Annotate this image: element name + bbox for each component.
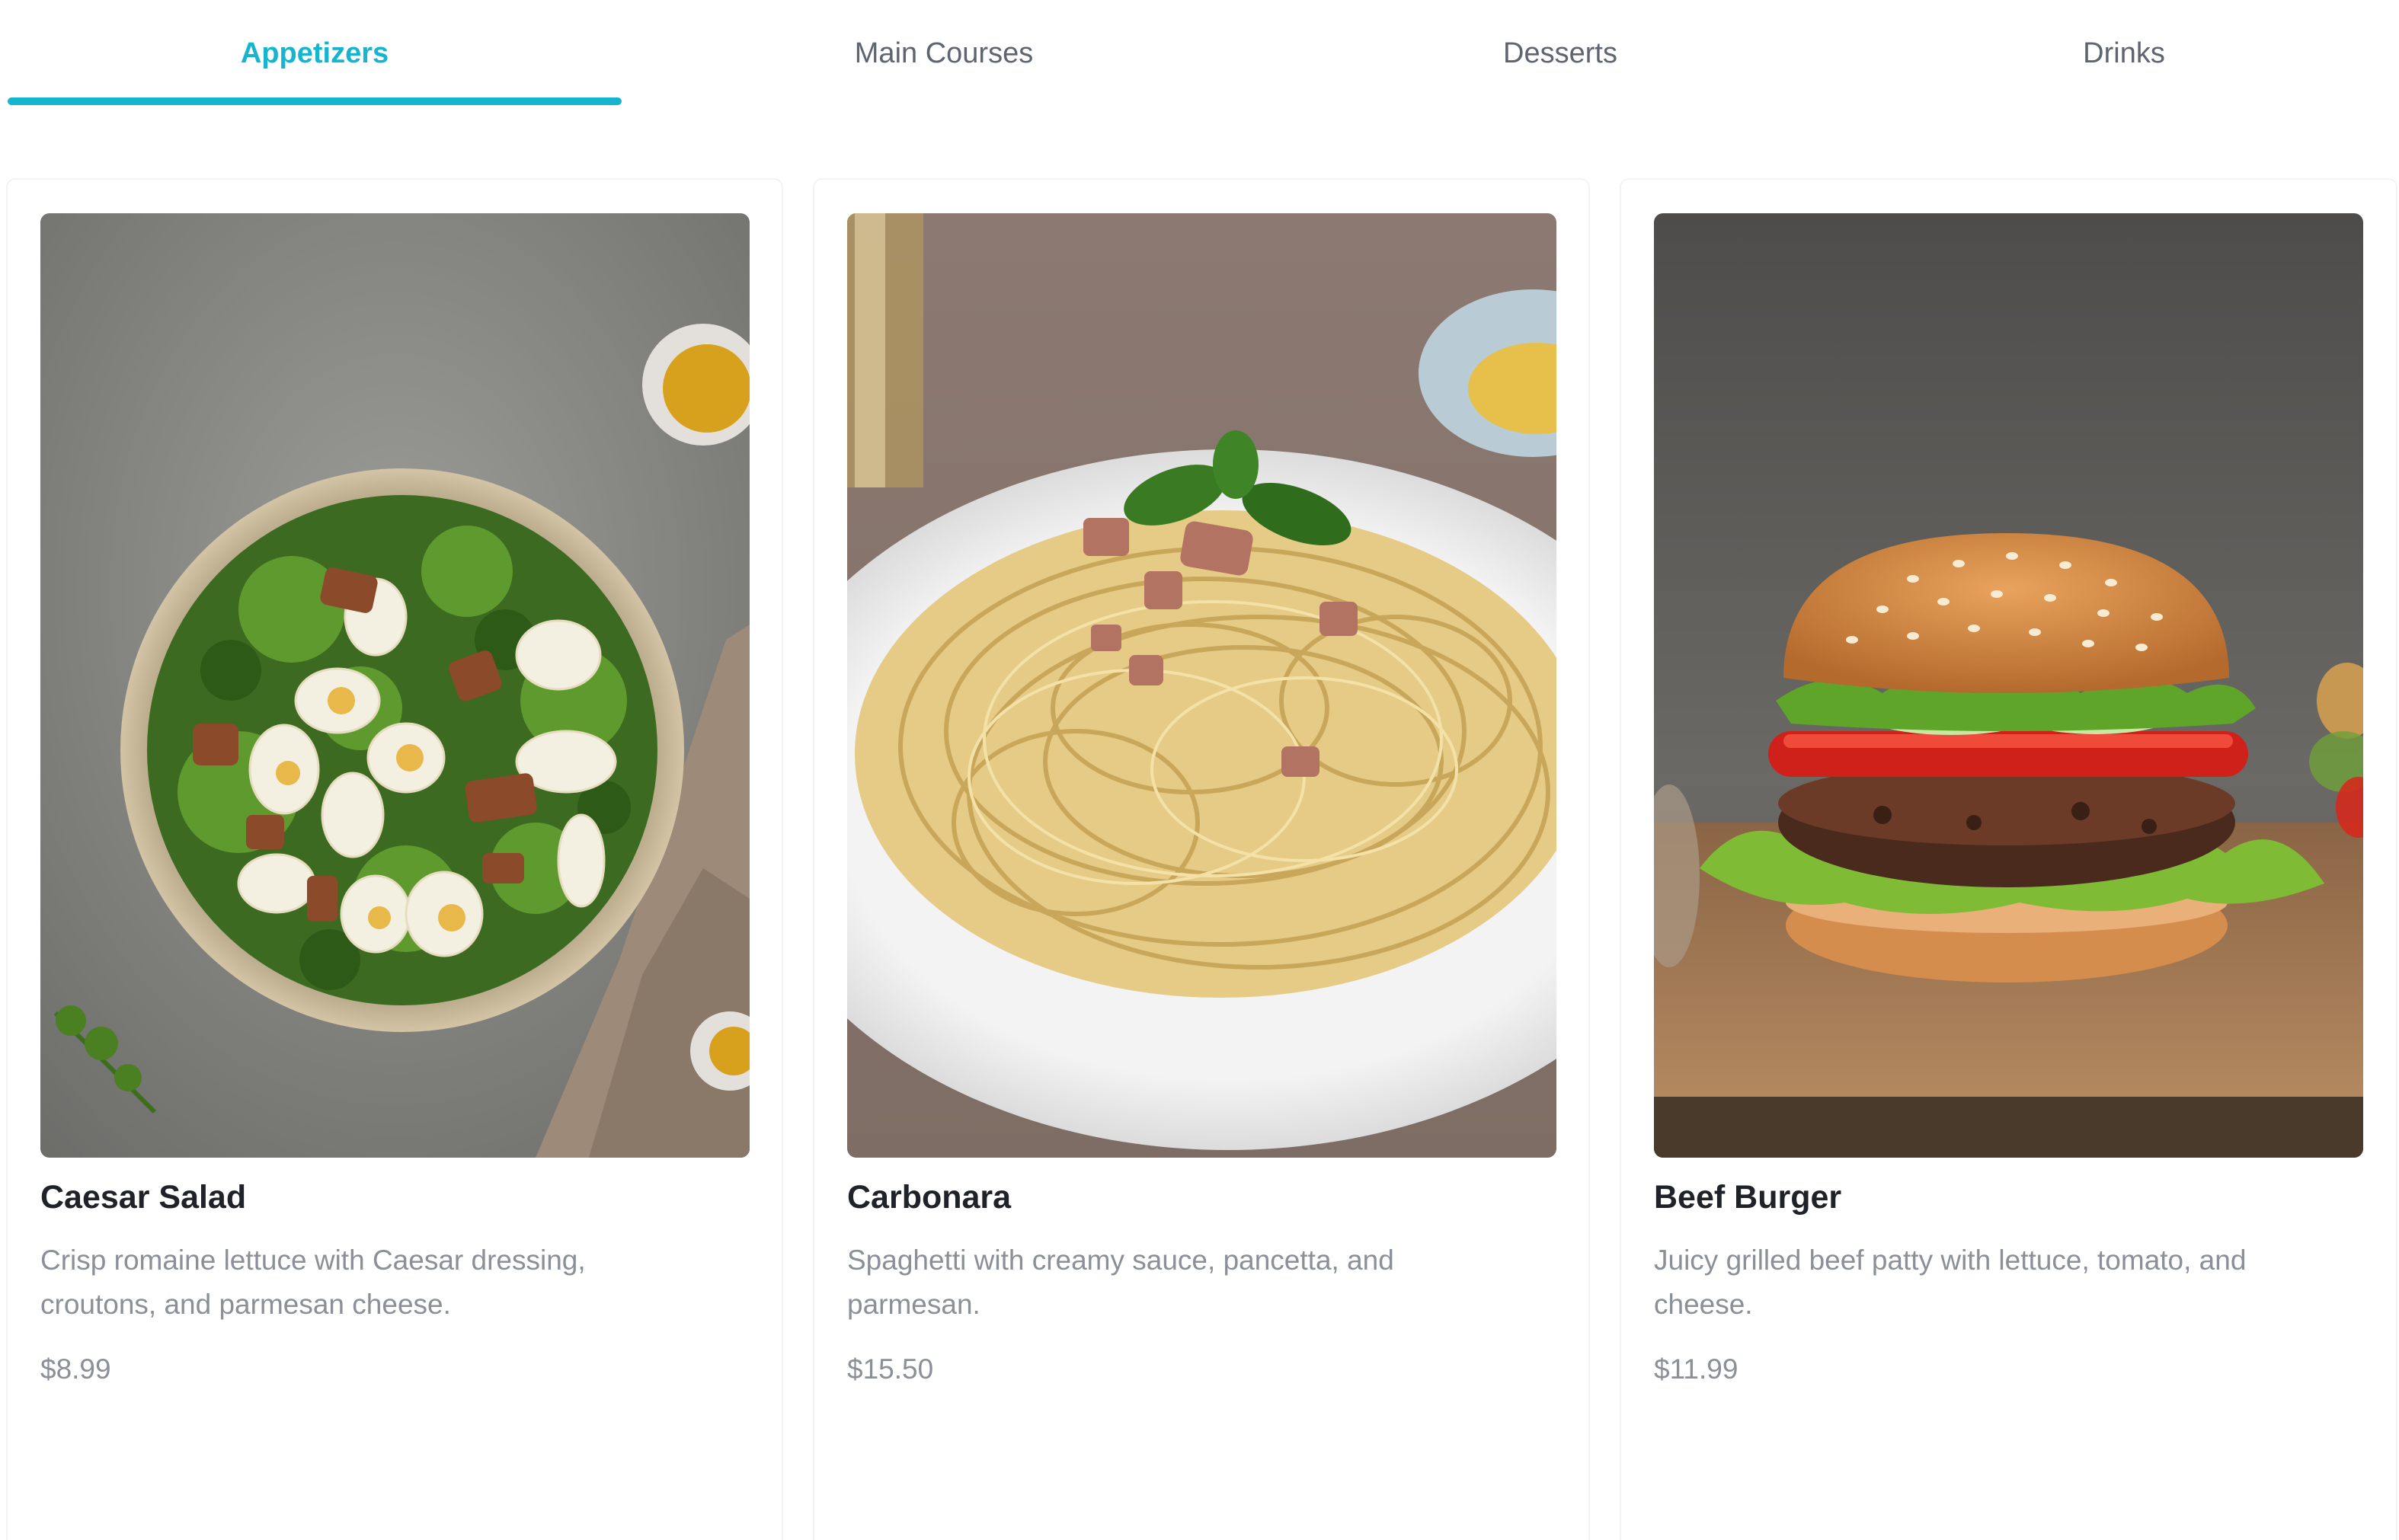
- dish-name: Carbonara: [847, 1179, 1012, 1216]
- dish-price: $15.50: [847, 1353, 934, 1385]
- dish-name: Caesar Salad: [40, 1179, 247, 1216]
- dish-name: Beef Burger: [1654, 1179, 1842, 1216]
- dish-price: $8.99: [40, 1353, 111, 1385]
- dish-description: Crisp romaine lettuce with Caesar dressi…: [40, 1244, 586, 1320]
- menu-card[interactable]: Carbonara Spaghetti with creamy sauce, p…: [813, 178, 1590, 1540]
- category-tabs: Appetizers Main Courses Desserts Drinks: [0, 0, 2399, 114]
- active-tab-indicator: [8, 97, 622, 105]
- tab-drinks[interactable]: Drinks: [1868, 34, 2380, 73]
- carbonara-photo: [847, 213, 1556, 1158]
- beef-burger-photo: [1654, 213, 2363, 1158]
- tab-main-courses[interactable]: Main Courses: [635, 34, 1252, 73]
- dish-description: Spaghetti with creamy sauce, pancetta, a…: [847, 1244, 1394, 1320]
- tab-appetizers[interactable]: Appetizers: [8, 34, 622, 73]
- caesar-salad-photo: [40, 213, 750, 1158]
- dish-price: $11.99: [1654, 1353, 1738, 1385]
- dish-description: Juicy grilled beef patty with lettuce, t…: [1654, 1244, 2247, 1320]
- tab-desserts[interactable]: Desserts: [1252, 34, 1868, 73]
- menu-card[interactable]: Caesar Salad Crisp romaine lettuce with …: [6, 178, 783, 1540]
- menu-card[interactable]: Beef Burger Juicy grilled beef patty wit…: [1620, 178, 2397, 1540]
